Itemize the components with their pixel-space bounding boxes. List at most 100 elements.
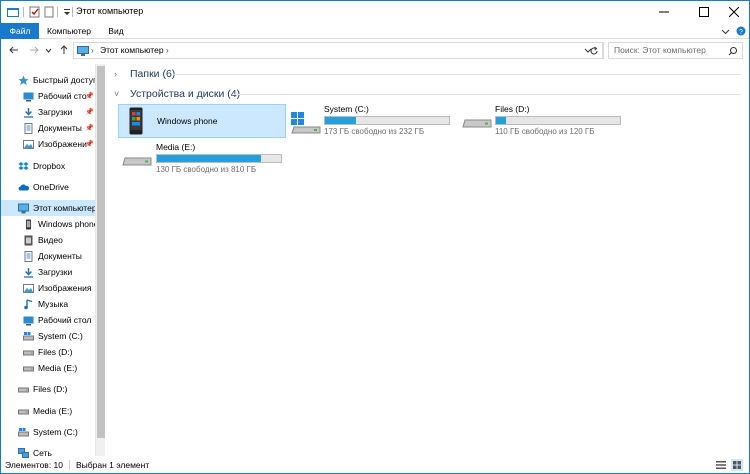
scrollbar-thumb[interactable] (97, 66, 105, 438)
sidebar-item-label: OneDrive (33, 182, 69, 192)
tab-file[interactable]: Файл (1, 23, 39, 39)
sidebar-item-video[interactable]: Видео (23, 232, 95, 248)
sidebar-scrollbar[interactable] (95, 64, 105, 456)
sidebar-item-system-c[interactable]: System (C:) (23, 328, 95, 344)
capacity-fill (496, 117, 507, 124)
sidebar-item-pictures[interactable]: Изображения (23, 280, 95, 296)
drive-free-space: 173 ГБ свободно из 232 ГБ (324, 127, 425, 136)
sidebar-item-media-e-root[interactable]: Media (E:) (18, 403, 95, 419)
large-icons-view-icon[interactable] (731, 459, 743, 471)
forward-button[interactable] (27, 42, 41, 58)
status-bar: Элементов: 10 Выбран 1 элемент (1, 457, 749, 473)
device-windows-phone[interactable]: Windows phone (118, 104, 286, 138)
phone-icon (129, 107, 143, 135)
search-input[interactable]: Поиск: Этот компьютер (608, 42, 743, 59)
drive-free-space: 130 ГБ свободно из 810 ГБ (156, 165, 257, 174)
breadcrumb-chevron[interactable]: › (91, 46, 94, 55)
up-button[interactable] (57, 42, 71, 58)
refresh-button[interactable] (585, 42, 603, 59)
sidebar-item-dropbox[interactable]: Dropbox (18, 158, 95, 174)
drive-icon (462, 119, 492, 128)
back-button[interactable] (7, 42, 21, 58)
sidebar-item-label: Media (E:) (33, 406, 73, 416)
toolbar-separator (57, 7, 58, 17)
drive-name: System (C:) (324, 104, 369, 114)
pin-icon[interactable]: 📌 (85, 92, 94, 100)
sidebar-item-files-d[interactable]: Files (D:) (23, 344, 95, 360)
devices-group-header[interactable]: ˅ Устройства и диски (4) (114, 88, 240, 100)
close-button[interactable] (717, 1, 750, 23)
drive-system-c[interactable]: System (C:) 173 ГБ свободно из 232 ГБ (289, 104, 454, 138)
status-separator (69, 460, 70, 470)
system-drive-icon (291, 112, 321, 134)
help-icon[interactable]: ? (736, 26, 746, 36)
drive-icon (18, 387, 29, 392)
navigation-bar: › Этот компьютер › Поиск: Этот компьютер (1, 39, 749, 61)
breadcrumb[interactable]: Этот компьютер (100, 45, 164, 55)
chevron-down-icon[interactable] (721, 27, 730, 36)
pin-icon[interactable]: 📌 (85, 140, 94, 148)
capacity-bar (156, 154, 282, 163)
dropbox-icon (18, 161, 29, 170)
sidebar-item-downloads[interactable]: Загрузки (23, 264, 95, 280)
device-name: Windows phone (157, 116, 218, 126)
pin-icon[interactable]: 📌 (85, 108, 94, 116)
breadcrumb-chevron[interactable]: › (166, 46, 169, 55)
minimize-button[interactable] (647, 1, 681, 23)
desktop-folder-icon (23, 92, 34, 101)
tab-view[interactable]: Вид (101, 23, 131, 39)
sidebar-item-label: Загрузки (38, 267, 73, 277)
sidebar-item-label: Этот компьютер (33, 203, 97, 213)
sidebar-item-system-c-root[interactable]: System (C:) (18, 424, 95, 440)
sidebar-item-documents[interactable]: Документы (23, 248, 95, 264)
drive-icon (23, 350, 34, 355)
address-bar[interactable]: › Этот компьютер › (73, 42, 604, 59)
capacity-bar (324, 116, 450, 125)
folders-group-header[interactable]: › Папки (6) (114, 68, 175, 80)
arrow-right-icon (30, 46, 39, 54)
sidebar-item-label: Рабочий стол (38, 315, 92, 325)
sidebar-item-label: Files (D:) (38, 347, 73, 357)
system-drive-icon (23, 331, 34, 340)
sidebar-item-label: Dropbox (33, 161, 66, 171)
group-divider (174, 74, 741, 75)
recent-locations-button[interactable] (43, 42, 53, 58)
pin-icon[interactable]: 📌 (85, 124, 94, 132)
explorer-window: Этот компьютер Файл Компьютер Вид ? › Эт… (0, 0, 750, 474)
sidebar-item-this-pc[interactable]: Этот компьютер (1, 200, 97, 216)
drive-name: Media (E:) (156, 142, 196, 152)
refresh-icon (590, 46, 597, 54)
devices-group-title: Устройства и диски (4) (130, 88, 241, 100)
sidebar-item-quick-access[interactable]: Быстрый доступ (18, 72, 98, 88)
sidebar-item-windows-phone[interactable]: Windows phone (23, 216, 98, 232)
sidebar-item-label: Изображения (38, 283, 92, 293)
toolbar-separator (23, 7, 24, 17)
sidebar-item-media-e[interactable]: Media (E:) (23, 360, 95, 376)
sidebar-item-onedrive[interactable]: OneDrive (18, 179, 95, 195)
star-icon (18, 75, 29, 85)
properties-icon[interactable] (29, 6, 41, 18)
svg-text:?: ? (739, 29, 743, 36)
group-divider (233, 94, 741, 95)
drive-name: Files (D:) (495, 104, 530, 114)
search-icon (728, 47, 737, 56)
arrow-up-icon (60, 45, 68, 54)
search-placeholder: Поиск: Этот компьютер (614, 45, 706, 55)
sidebar-item-files-d-root[interactable]: Files (D:) (18, 381, 95, 397)
new-folder-icon[interactable] (43, 6, 55, 18)
selection-count: Выбран 1 элемент (76, 460, 150, 470)
maximize-button[interactable] (687, 1, 721, 23)
folders-group-title: Папки (6) (130, 68, 176, 80)
tab-computer[interactable]: Компьютер (41, 23, 97, 39)
sidebar-item-label: System (C:) (38, 331, 83, 341)
drive-media-e[interactable]: Media (E:) 130 ГБ свободно из 810 ГБ (120, 142, 285, 176)
computer-icon (77, 46, 89, 56)
drive-files-d[interactable]: Files (D:) 110 ГБ свободно из 120 ГБ (460, 104, 625, 138)
explorer-app-icon[interactable] (7, 6, 19, 18)
sidebar-item-label: Изображени (38, 139, 87, 149)
details-view-icon[interactable] (715, 459, 727, 471)
sidebar-item-music[interactable]: Музыка (23, 296, 95, 312)
drive-free-space: 110 ГБ свободно из 120 ГБ (495, 127, 595, 136)
sidebar-item-desktop[interactable]: Рабочий стол (23, 312, 95, 328)
ribbon-tabs: Файл Компьютер Вид ? (1, 23, 749, 39)
